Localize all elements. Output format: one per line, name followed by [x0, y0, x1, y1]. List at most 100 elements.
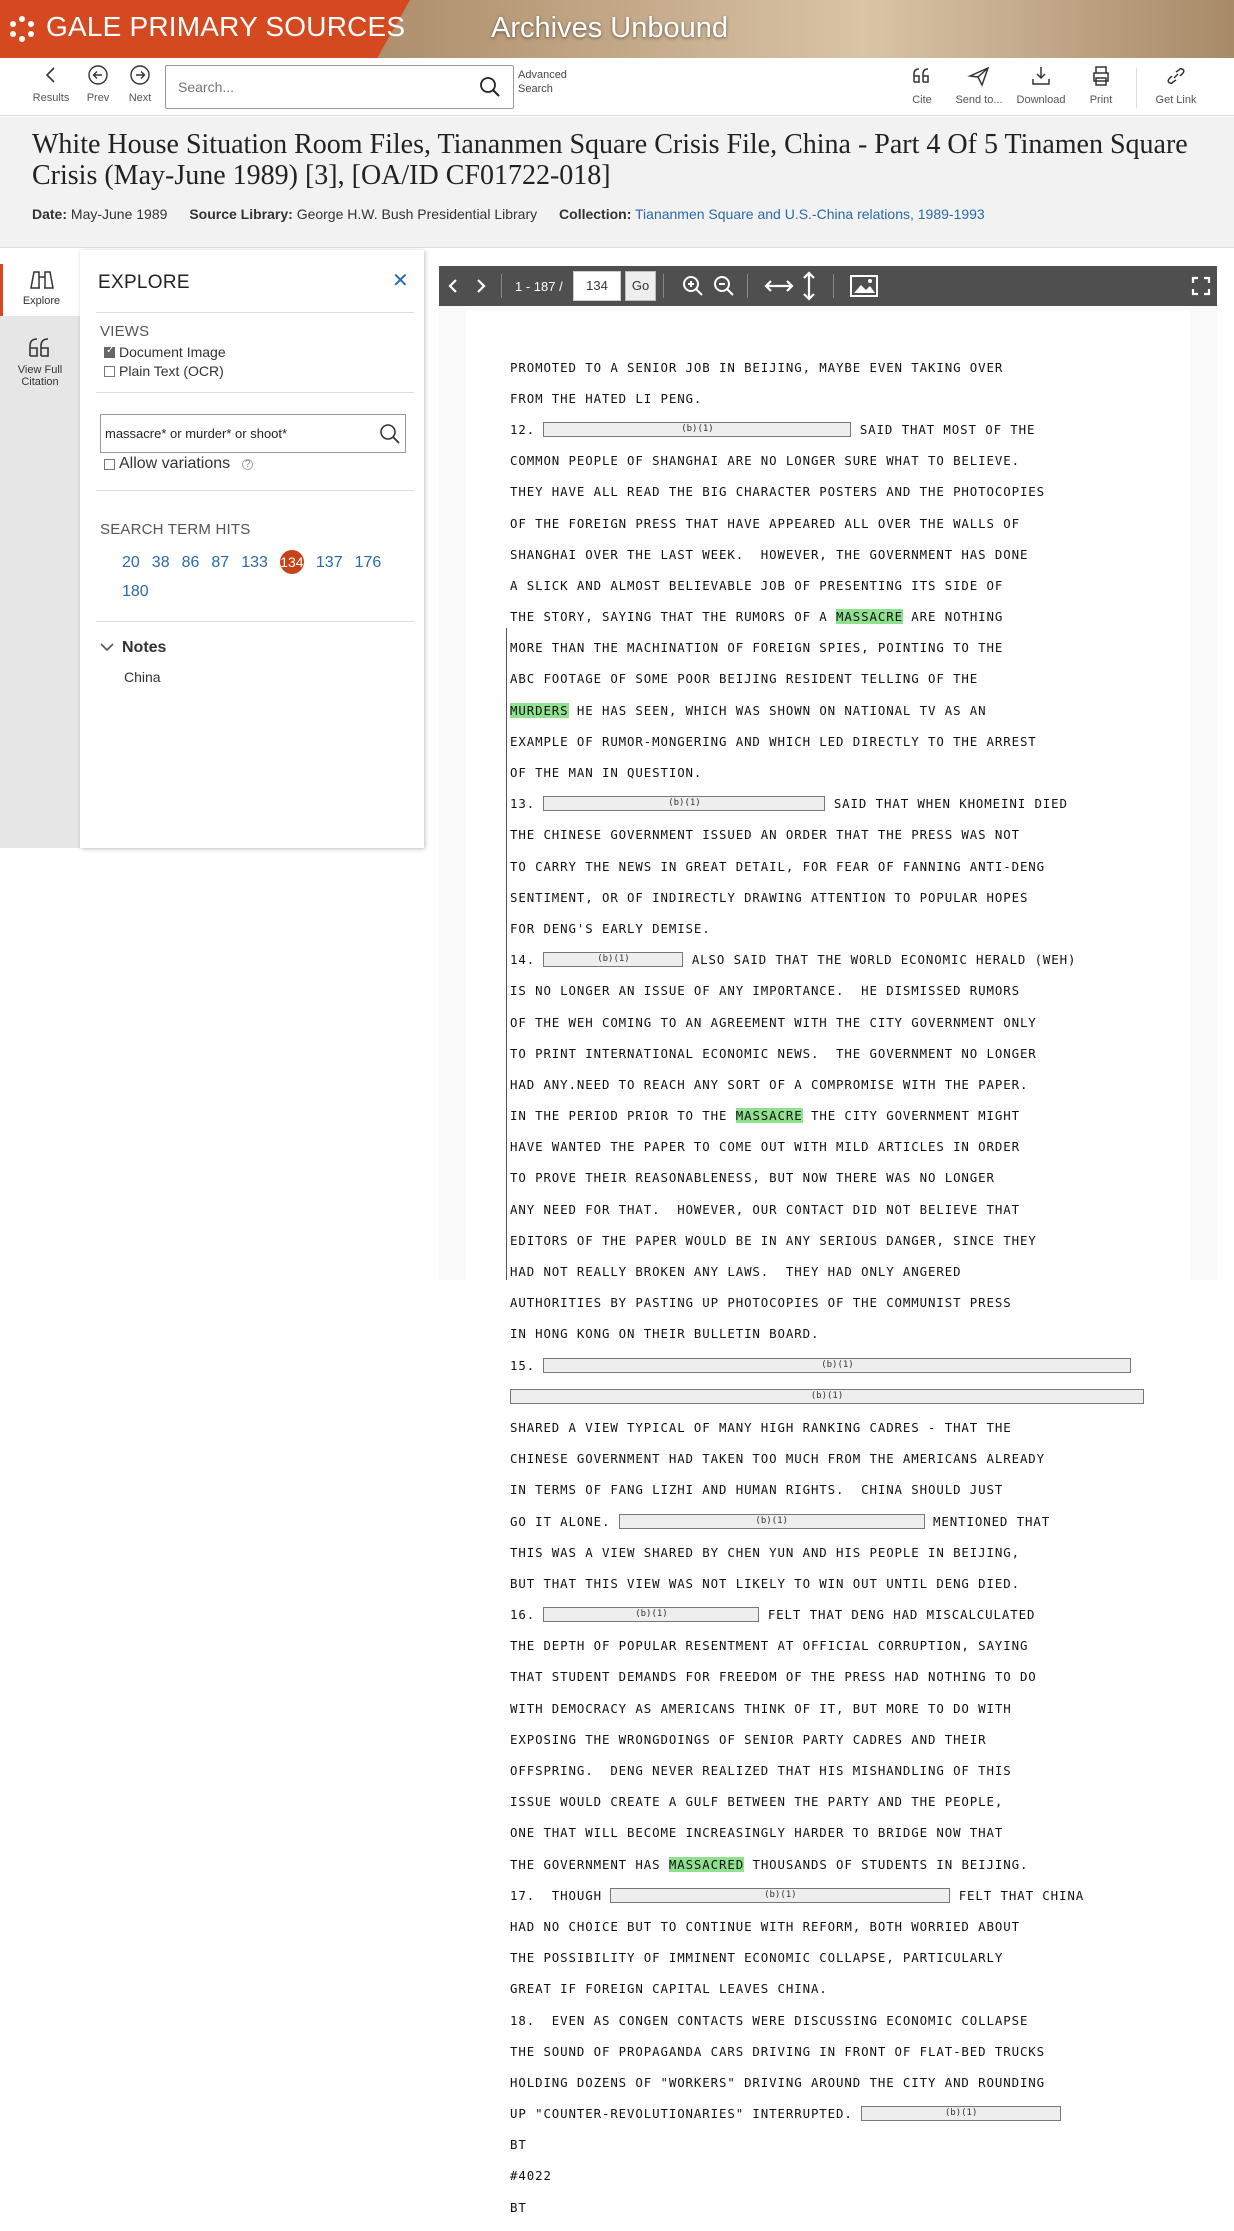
fit-height-icon [803, 271, 815, 301]
date-value: May-June 1989 [70, 206, 168, 222]
brand-name[interactable]: GALE PRIMARY SOURCES [46, 11, 405, 43]
view-doc-label: Document Image [119, 344, 226, 360]
prev-label: Prev [86, 92, 110, 104]
chevron-left-icon [45, 67, 55, 83]
download-icon [1032, 67, 1050, 85]
view-ocr-label: Plain Text (OCR) [119, 363, 224, 379]
source-value: George H.W. Bush Presidential Library [296, 206, 538, 222]
search-icon[interactable] [379, 423, 401, 445]
gale-logo-icon[interactable] [6, 13, 38, 45]
hit-link[interactable]: 86 [182, 554, 200, 571]
fullscreen-button[interactable] [1191, 266, 1211, 306]
chevron-left-icon [448, 279, 457, 293]
redaction-box: (b)(1) [510, 1388, 1144, 1404]
search-within-field: massacre* or murder* or shoot* [100, 414, 406, 453]
page-range: 1 - 187 / [515, 278, 563, 294]
allow-variations-label: Allow variations [119, 455, 231, 472]
quote-icon [913, 68, 929, 83]
results-label: Results [32, 92, 70, 104]
rail-citation-line-1: View Full [17, 364, 63, 376]
hit-link[interactable]: 137 [316, 554, 343, 571]
next-button[interactable]: Next [126, 64, 154, 104]
rail-explore[interactable]: Explore [0, 264, 80, 316]
fullscreen-icon [1191, 276, 1211, 296]
cite-label: Cite [912, 94, 932, 106]
collection-link[interactable]: Tiananmen Square and U.S.-China relation… [635, 206, 985, 222]
rail-view-citation[interactable]: View Full Citation [0, 334, 80, 394]
hit-link[interactable]: 180 [122, 583, 149, 600]
results-button[interactable]: Results [30, 64, 72, 104]
download-button[interactable]: Download [1013, 64, 1069, 106]
checkbox-icon[interactable] [104, 458, 115, 470]
toolbar-separator [747, 274, 748, 298]
toolbar-separator [501, 274, 502, 298]
redaction-box: (b)(1) [618, 1513, 925, 1529]
send-label: Send to... [955, 94, 1003, 106]
page-margin-line [506, 628, 507, 1280]
allow-variations-option[interactable]: Allow variations? [104, 455, 254, 473]
archives-title: Archives Unbound [491, 12, 728, 44]
help-icon[interactable]: ? [242, 458, 254, 470]
prev-button[interactable]: Prev [84, 64, 112, 104]
note-item: China [124, 669, 161, 685]
hit-link[interactable]: 38 [152, 554, 170, 571]
go-button[interactable]: Go [625, 271, 656, 301]
rail-citation-line-2: Citation [21, 376, 59, 388]
zoom-out-button[interactable] [712, 266, 736, 306]
printer-icon [1093, 66, 1109, 86]
search-field [165, 65, 514, 109]
prev-page-button[interactable] [445, 266, 463, 306]
link-icon [1167, 67, 1185, 85]
search-icon[interactable] [479, 76, 501, 98]
viewer-toolbar: 1 - 187 / [439, 266, 1217, 306]
redaction-box: (b)(1) [543, 421, 852, 437]
advanced-search-link[interactable]: Advanced Search [518, 68, 567, 96]
hit-link[interactable]: 87 [211, 554, 229, 571]
divider [96, 621, 414, 622]
redaction-box: (b)(1) [543, 1357, 1132, 1373]
checkbox-checked-icon[interactable] [104, 345, 115, 358]
print-button[interactable]: Print [1085, 64, 1117, 106]
explore-panel: EXPLORE ✕ VIEWS Document Image Plain Tex… [80, 250, 424, 848]
hit-link[interactable]: 133 [241, 554, 268, 571]
advanced-line-2: Search [518, 83, 553, 95]
arrow-right-circle-icon [130, 65, 150, 85]
search-input[interactable] [178, 79, 458, 95]
notes-toggle[interactable]: Notes [100, 639, 166, 657]
hits-heading: SEARCH TERM HITS [100, 521, 251, 538]
divider [96, 490, 414, 491]
chevron-right-icon [477, 279, 486, 293]
toolbar-separator [663, 274, 664, 298]
get-link-label: Get Link [1155, 94, 1197, 106]
document-header: White House Situation Room Files, Tianan… [0, 117, 1234, 248]
get-link-button[interactable]: Get Link [1153, 64, 1199, 106]
rail-explore-label: Explore [22, 295, 61, 307]
next-page-button[interactable] [471, 266, 489, 306]
image-options-button[interactable] [849, 266, 879, 306]
cite-button[interactable]: Cite [908, 64, 936, 106]
redaction-box: (b)(1) [543, 1607, 760, 1623]
fit-height-button[interactable] [801, 266, 817, 306]
current-hit-badge[interactable]: 134 [279, 550, 304, 574]
image-icon [850, 275, 878, 297]
zoom-in-button[interactable] [681, 266, 705, 306]
paper-plane-icon [967, 66, 990, 87]
hit-link[interactable]: 20 [122, 554, 140, 571]
advanced-line-1: Advanced [518, 69, 567, 81]
redaction-box: (b)(1) [543, 796, 826, 812]
close-icon[interactable]: ✕ [392, 268, 409, 293]
fit-width-button[interactable] [763, 266, 795, 306]
page-number-input[interactable]: 134 [573, 271, 621, 301]
toolbar-divider [1136, 68, 1137, 108]
view-document-image-option[interactable]: Document Image [104, 344, 226, 360]
hit-link[interactable]: 176 [355, 554, 382, 571]
date-label: Date: [32, 206, 68, 222]
view-plain-text-option[interactable]: Plain Text (OCR) [104, 363, 224, 379]
arrow-left-circle-icon [88, 65, 108, 85]
notes-label: Notes [122, 639, 167, 656]
send-to-button[interactable]: Send to... [953, 64, 1005, 106]
search-within-input[interactable]: massacre* or murder* or shoot* [105, 426, 287, 441]
checkbox-icon[interactable] [104, 365, 115, 377]
print-label: Print [1089, 94, 1113, 106]
download-label: Download [1016, 94, 1066, 106]
